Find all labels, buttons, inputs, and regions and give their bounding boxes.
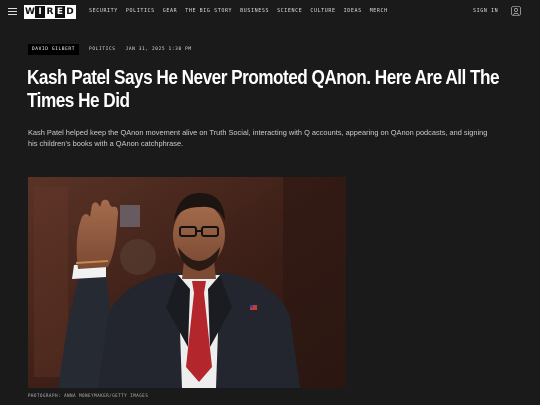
top-navigation-bar: W I R E D SECURITY POLITICS GEAR THE BIG… — [0, 0, 540, 24]
sign-in-link[interactable]: SIGN IN — [473, 8, 498, 14]
article-meta: DAVID GILBERT POLITICS JAN 31, 2025 1:30… — [28, 44, 192, 55]
lead-photo — [28, 177, 346, 388]
logo-letter: E — [55, 6, 65, 18]
wired-logo[interactable]: W I R E D — [24, 5, 76, 19]
logo-letter: W — [25, 6, 35, 18]
nav-item-business[interactable]: BUSINESS — [240, 8, 269, 14]
category-link[interactable]: POLITICS — [89, 47, 115, 52]
logo-letter: R — [45, 6, 55, 18]
menu-icon[interactable] — [8, 8, 17, 15]
nav-item-culture[interactable]: CULTURE — [310, 8, 335, 14]
nav-item-science[interactable]: SCIENCE — [277, 8, 302, 14]
article-dek: Kash Patel helped keep the QAnon movemen… — [28, 128, 488, 148]
logo-letter: I — [35, 6, 45, 18]
section-nav: SECURITY POLITICS GEAR THE BIG STORY BUS… — [89, 8, 388, 14]
logo-letter: D — [65, 6, 75, 18]
article-headline: Kash Patel Says He Never Promoted QAnon.… — [27, 67, 500, 112]
nav-item-security[interactable]: SECURITY — [89, 8, 118, 14]
nav-item-the-big-story[interactable]: THE BIG STORY — [185, 8, 232, 14]
nav-item-merch[interactable]: MERCH — [370, 8, 388, 14]
photo-illustration — [28, 177, 346, 388]
nav-item-politics[interactable]: POLITICS — [126, 8, 155, 14]
photo-credit: PHOTOGRAPH: ANNA MONEYMAKER/GETTY IMAGES — [28, 393, 149, 398]
author-byline[interactable]: DAVID GILBERT — [28, 44, 80, 55]
publish-date: JAN 31, 2025 1:30 PM — [125, 47, 192, 52]
nav-item-ideas[interactable]: IDEAS — [344, 8, 362, 14]
user-icon[interactable] — [511, 6, 521, 16]
nav-item-gear[interactable]: GEAR — [163, 8, 177, 14]
